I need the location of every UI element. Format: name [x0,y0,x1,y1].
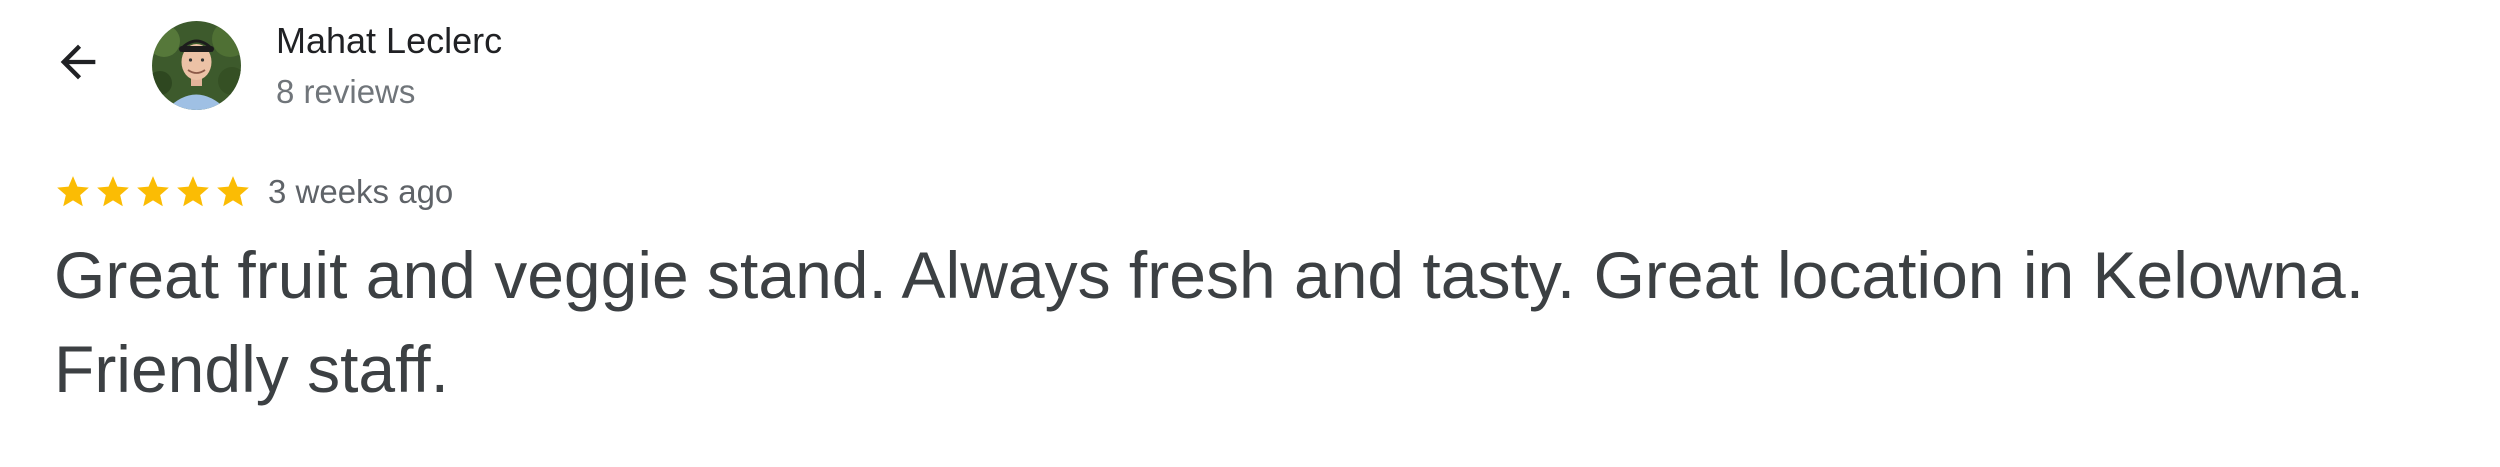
star-icon [177,176,209,207]
star-rating [54,170,252,214]
star-icon [57,176,89,207]
star-icon [137,176,169,207]
star-icon [97,176,129,207]
reviewer-photo [152,21,241,110]
review-count: 8 reviews [276,73,416,110]
arrow-left-icon [60,44,96,80]
review-text: Great fruit and veggie stand. Always fre… [54,238,2365,406]
reviewer-name[interactable]: Mahat Leclerc [276,17,502,65]
avatar[interactable] [152,21,241,110]
star-icon [217,176,249,207]
back-button[interactable] [46,30,110,94]
review-date: 3 weeks ago [268,173,454,210]
